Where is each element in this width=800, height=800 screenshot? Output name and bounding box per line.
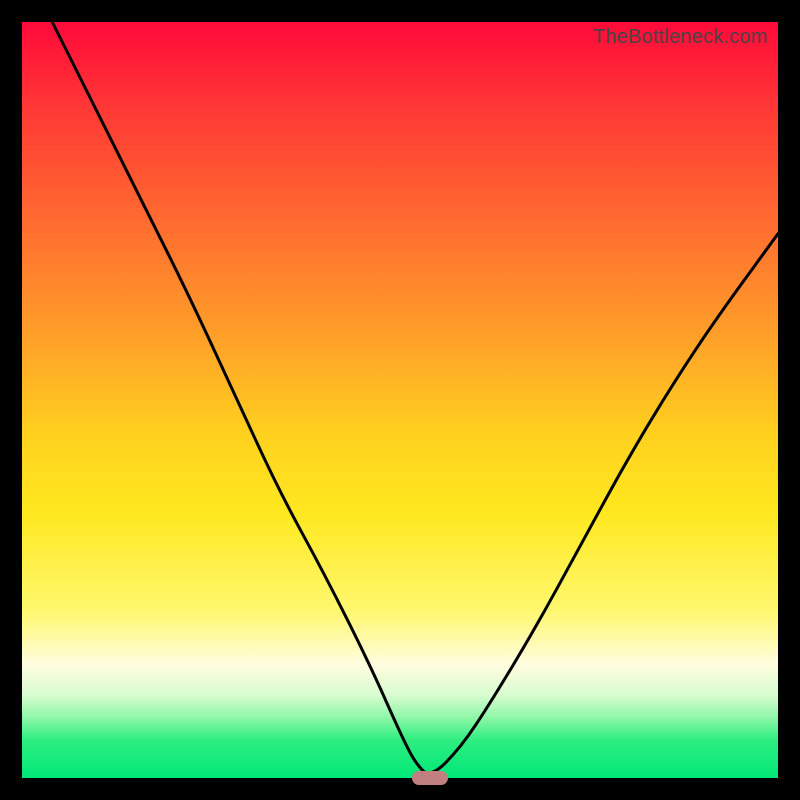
- optimum-marker: [412, 771, 448, 785]
- bottleneck-curve: [22, 22, 778, 778]
- chart-frame: TheBottleneck.com: [0, 0, 800, 800]
- plot-area: TheBottleneck.com: [22, 22, 778, 778]
